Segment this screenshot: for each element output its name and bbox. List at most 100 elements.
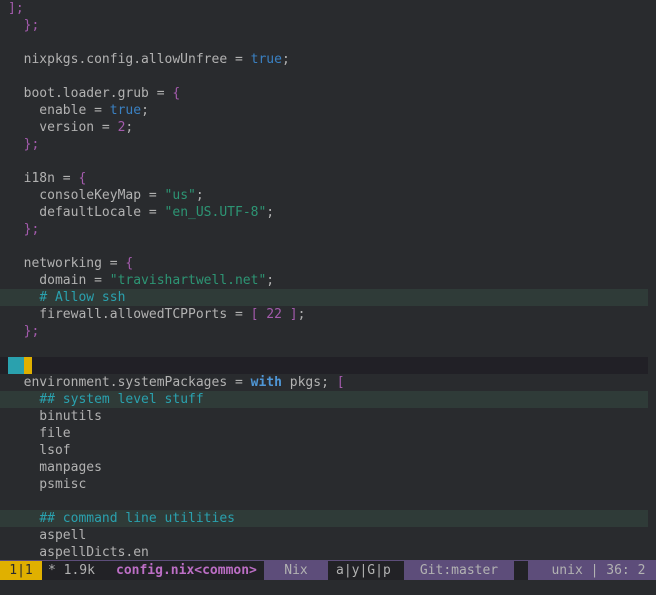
line-code: psmisc xyxy=(8,476,86,493)
code-line[interactable]: networking = { xyxy=(0,255,648,272)
token-brace: ]; xyxy=(8,1,24,16)
code-line[interactable]: aspellDicts.en xyxy=(0,544,648,560)
code-line[interactable]: binutils xyxy=(0,408,648,425)
code-line[interactable] xyxy=(0,493,648,510)
token-plain: file xyxy=(8,426,71,441)
code-line[interactable]: environment.systemPackages = with pkgs; … xyxy=(0,374,648,391)
code-line[interactable]: }; xyxy=(0,221,648,238)
token-plain: boot.loader.grub = xyxy=(8,86,173,101)
line-code: firewall.allowedTCPPorts = [ 22 ]; xyxy=(8,306,305,323)
code-line[interactable]: }; xyxy=(0,17,648,34)
token-plain: i18n = xyxy=(8,171,79,186)
code-line[interactable]: }; xyxy=(0,136,648,153)
code-line[interactable]: boot.loader.grub = { xyxy=(0,85,648,102)
line-code: defaultLocale = "en_US.UTF-8"; xyxy=(8,204,274,221)
token-plain: enable = xyxy=(8,103,110,118)
token-plain: binutils xyxy=(8,409,102,424)
token-plain: ; xyxy=(281,52,290,67)
token-cmt: ## system level stuff xyxy=(39,392,204,407)
line-code: networking = { xyxy=(8,255,134,272)
code-line[interactable]: lsof xyxy=(0,442,648,459)
line-code: }; xyxy=(8,323,40,340)
code-line[interactable] xyxy=(0,68,648,85)
token-plain: consoleKeyMap = xyxy=(8,188,165,203)
code-line[interactable]: manpages xyxy=(0,459,648,476)
modeline: 1|1 * 1.9k config.nix<common> Nix a|y|G|… xyxy=(0,560,656,580)
line-code: boot.loader.grub = { xyxy=(8,85,181,102)
code-line[interactable]: aspell xyxy=(0,527,648,544)
token-plain: version = xyxy=(8,120,118,135)
line-code: consoleKeyMap = "us"; xyxy=(8,187,204,204)
token-plain: networking = xyxy=(8,256,126,271)
comment-line[interactable]: # Allow ssh xyxy=(0,289,648,306)
cursor-block xyxy=(24,357,32,374)
line-code: }; xyxy=(8,221,40,238)
code-line[interactable]: consoleKeyMap = "us"; xyxy=(0,187,648,204)
line-code: aspell xyxy=(8,527,86,544)
code-line[interactable] xyxy=(0,153,648,170)
line-code: ]; xyxy=(8,0,24,17)
token-kw: with xyxy=(250,375,282,390)
line-code: environment.systemPackages = with pkgs; … xyxy=(8,374,345,391)
code-line[interactable]: i18n = { xyxy=(0,170,648,187)
token-plain: environment.systemPackages = xyxy=(8,375,251,390)
token-plain: aspellDicts.en xyxy=(8,545,149,560)
token-brace: }; xyxy=(23,324,40,339)
code-line[interactable]: domain = "travishartwell.net"; xyxy=(0,272,648,289)
line-code: enable = true; xyxy=(8,102,149,119)
code-line[interactable]: ]; xyxy=(0,0,648,17)
code-line[interactable]: enable = true; xyxy=(0,102,648,119)
code-line[interactable]: defaultLocale = "en_US.UTF-8"; xyxy=(0,204,648,221)
token-plain: aspell xyxy=(8,528,87,543)
token-brace: { xyxy=(125,256,134,271)
editor-buffer[interactable]: ]; }; nixpkgs.config.allowUnfree = true;… xyxy=(0,0,656,560)
token-brace: { xyxy=(172,86,181,101)
code-line[interactable] xyxy=(0,238,648,255)
token-plain: ; xyxy=(195,188,204,203)
token-str: "us" xyxy=(164,188,196,203)
code-line[interactable] xyxy=(0,340,648,357)
encoding-position-label: unix | 36: 2 xyxy=(551,563,646,578)
token-cmt: # Allow ssh xyxy=(39,290,126,305)
token-cmt: ## command line utilities xyxy=(39,511,235,526)
minor-modes[interactable]: a|y|G|p xyxy=(336,561,391,580)
buffer-info: * 1.9k xyxy=(48,563,95,578)
token-plain: ; xyxy=(266,205,275,220)
token-plain: domain = xyxy=(8,273,110,288)
buffer-name[interactable]: config.nix<common> xyxy=(116,561,257,580)
encoding-position: unix | 36: 2 xyxy=(528,561,656,580)
code-line[interactable]: }; xyxy=(0,323,648,340)
line-code: }; xyxy=(8,17,40,34)
cursor-line[interactable] xyxy=(0,357,648,374)
token-plain: pkgs; xyxy=(281,375,337,390)
token-brace: }; xyxy=(23,18,40,33)
line-code: }; xyxy=(8,136,40,153)
version-control[interactable]: Git:master xyxy=(404,561,514,580)
token-str: "travishartwell.net" xyxy=(109,273,267,288)
token-str: "en_US.UTF-8" xyxy=(164,205,267,220)
window-number: 1|1 xyxy=(0,561,42,580)
token-plain: defaultLocale = xyxy=(8,205,165,220)
code-line[interactable]: version = 2; xyxy=(0,119,648,136)
code-line[interactable] xyxy=(0,34,648,51)
major-mode[interactable]: Nix xyxy=(264,561,328,580)
code-line[interactable]: file xyxy=(0,425,648,442)
code-line[interactable]: firewall.allowedTCPPorts = [ 22 ]; xyxy=(0,306,648,323)
token-num: 22 xyxy=(266,307,282,322)
code-line[interactable]: psmisc xyxy=(0,476,648,493)
token-plain: manpages xyxy=(8,460,102,475)
line-code: domain = "travishartwell.net"; xyxy=(8,272,274,289)
code-line[interactable]: nixpkgs.config.allowUnfree = true; xyxy=(0,51,648,68)
line-code: # Allow ssh xyxy=(8,289,125,306)
comment-line[interactable]: ## command line utilities xyxy=(0,510,648,527)
line-code: ## system level stuff xyxy=(8,391,204,408)
line-code: version = 2; xyxy=(8,119,133,136)
token-brace: }; xyxy=(23,137,40,152)
token-plain: lsof xyxy=(8,443,71,458)
minibuffer[interactable] xyxy=(0,580,656,595)
comment-line[interactable]: ## system level stuff xyxy=(0,391,648,408)
line-code: i18n = { xyxy=(8,170,87,187)
